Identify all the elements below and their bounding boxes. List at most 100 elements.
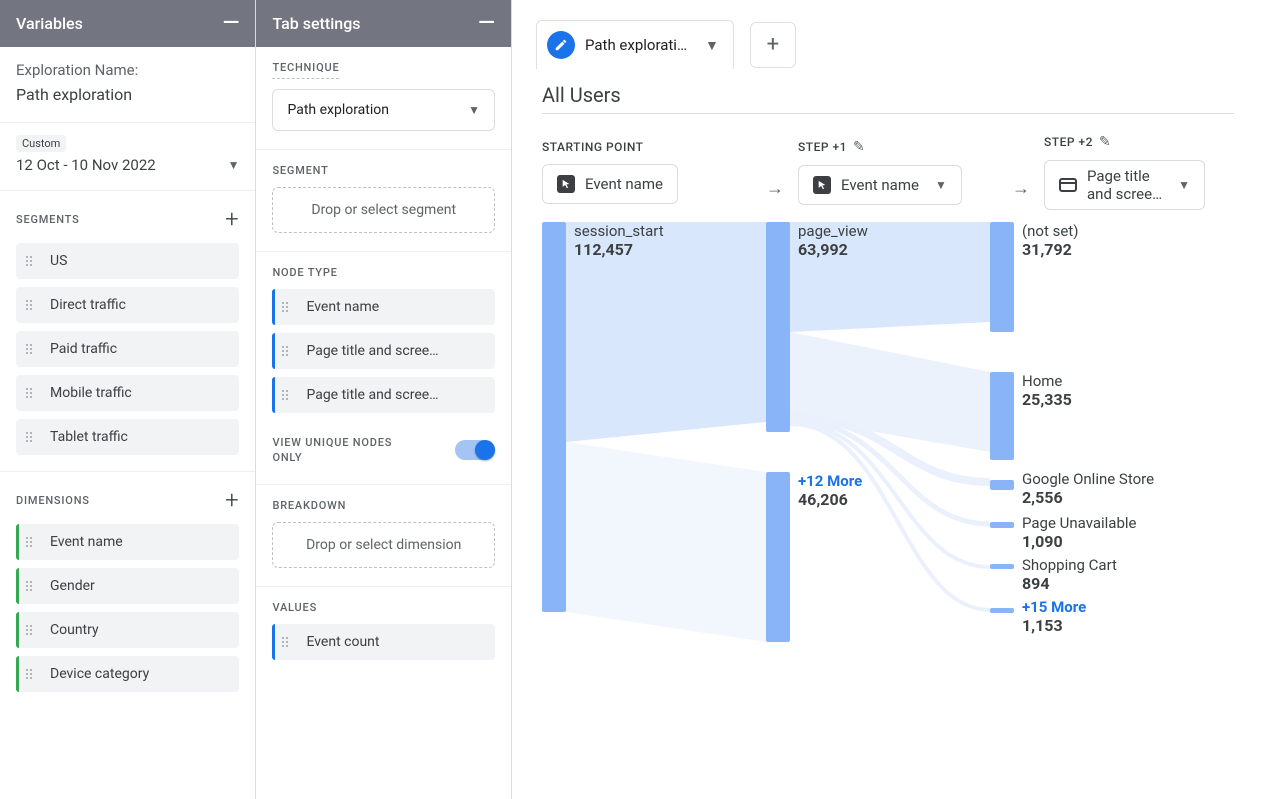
technique-select[interactable]: Path exploration ▼ [272,89,495,131]
collapse-variables-button[interactable]: — [223,18,240,29]
technique-value: Path exploration [287,102,389,118]
technique-label[interactable]: TECHNIQUE [272,61,339,79]
dimension-chip-gender[interactable]: Gender [16,568,239,604]
node-s2c-value: 2,556 [1022,488,1154,507]
grip-icon [26,300,40,310]
node-s2d-value: 1,090 [1022,532,1137,551]
node-bar-s2c[interactable] [990,480,1014,490]
arrow-icon: → [760,178,790,199]
starting-header-text: STARTING POINT [542,140,644,154]
node-bar-s2a[interactable] [990,222,1014,332]
node-bar-start[interactable] [542,222,566,612]
node-s2f[interactable]: +15 More 1,153 [1022,598,1086,635]
node-s2d-label: Page Unavailable [1022,514,1137,532]
unique-toggle-row: VIEW UNIQUE NODES ONLY [272,435,495,484]
segment-chip-us[interactable]: US [16,243,239,279]
node-start-label: session_start [574,222,664,240]
node-s2b-label: Home [1022,372,1072,390]
step2-caret-icon: ▼ [1178,178,1190,192]
step2-box-line2: and scree… [1087,185,1162,203]
add-dimension-button[interactable]: + [225,486,239,514]
nodetype-chip-page2[interactable]: Page title and scree… [272,377,495,413]
node-s2e-value: 894 [1022,574,1117,593]
toggle-knob [475,440,495,460]
tab-caret-icon[interactable]: ▼ [705,37,719,54]
path-area: STARTING POINT Event name → STEP +1 ✎ Ev… [512,114,1264,702]
node-start[interactable]: session_start 112,457 [574,222,664,259]
step2-header: STEP +2 ✎ [1044,134,1111,150]
node-bar-s2d[interactable] [990,522,1014,528]
sankey-area: session_start 112,457 page_view 63,992 +… [542,222,1234,682]
date-caret-icon: ▼ [228,158,240,172]
unique-label: VIEW UNIQUE NODES ONLY [272,435,412,466]
grip-icon [26,344,40,354]
node-s1a-label: page_view [798,222,868,240]
breakdown-dropzone[interactable]: Drop or select dimension [272,522,495,568]
steps-row: STARTING POINT Event name → STEP +1 ✎ Ev… [542,134,1234,210]
technique-caret-icon: ▼ [468,103,480,117]
variables-panel: Variables — Exploration Name: Path explo… [0,0,256,799]
nodetype-chip-event[interactable]: Event name [272,289,495,325]
edit-step1-button[interactable]: ✎ [853,139,865,155]
date-row[interactable]: 12 Oct - 10 Nov 2022 ▼ [16,156,239,174]
node-bar-s1b[interactable] [766,222,790,392]
node-bar-s1b-real[interactable] [766,472,790,642]
step2-header-text: STEP +2 [1044,135,1093,149]
segment-chip-paid[interactable]: Paid traffic [16,331,239,367]
breakdown-section: BREAKDOWN Drop or select dimension [256,485,511,587]
node-s1a-value: 63,992 [798,240,868,259]
step1-header: STEP +1 ✎ [798,139,865,155]
tabsettings-title: Tab settings [272,14,360,33]
node-s1a[interactable]: page_view 63,992 [798,222,868,259]
nodetype-section: NODE TYPE Event name Page title and scre… [256,252,511,485]
arrow-icon: → [1006,178,1036,199]
segment-section: SEGMENT Drop or select segment [256,150,511,252]
node-bar-s2f[interactable] [990,608,1014,613]
edit-step2-button[interactable]: ✎ [1099,134,1111,150]
cursor-icon [557,175,575,193]
all-users-heading: All Users [512,79,1264,113]
starting-point-select[interactable]: Event name [542,164,678,204]
nodetype-chip-page1[interactable]: Page title and scree… [272,333,495,369]
node-s1b[interactable]: +12 More 46,206 [798,472,862,509]
segment-chip-mobile[interactable]: Mobile traffic [16,375,239,411]
dimensions-section: DIMENSIONS + Event name Gender Country D… [0,472,255,700]
segment-chip-tablet[interactable]: Tablet traffic [16,419,239,455]
dimensions-label: DIMENSIONS + [16,486,239,514]
step2-select[interactable]: Page title and scree… ▼ [1044,160,1205,210]
unique-toggle[interactable] [455,440,495,460]
segment-chip-direct[interactable]: Direct traffic [16,287,239,323]
dimension-chip-country[interactable]: Country [16,612,239,648]
starting-point-header: STARTING POINT [542,140,644,154]
values-chip-event-count[interactable]: Event count [272,624,495,660]
step-starting: STARTING POINT Event name [542,140,752,204]
values-label: VALUES [272,601,495,614]
date-badge: Custom [16,135,66,152]
edit-icon [547,31,575,59]
dimension-chip-device[interactable]: Device category [16,656,239,692]
node-s2b[interactable]: Home 25,335 [1022,372,1072,409]
tab-path-exploration[interactable]: Path explorati… ▼ [536,20,734,69]
step1-box-label: Event name [841,176,919,194]
breakdown-label: BREAKDOWN [272,499,495,512]
collapse-tabsettings-button[interactable]: — [478,18,495,29]
step-plus1: STEP +1 ✎ Event name ▼ [798,139,998,205]
grip-icon [26,388,40,398]
date-range-block[interactable]: Custom 12 Oct - 10 Nov 2022 ▼ [0,123,255,191]
node-s2d[interactable]: Page Unavailable 1,090 [1022,514,1137,551]
node-s2c[interactable]: Google Online Store 2,556 [1022,470,1154,507]
new-tab-button[interactable]: + [750,22,796,68]
grip-icon [26,581,40,591]
variables-title: Variables [16,14,83,33]
exploration-name-value[interactable]: Path exploration [16,85,239,118]
node-s2e[interactable]: Shopping Cart 894 [1022,556,1117,593]
node-bar-s2e[interactable] [990,564,1014,569]
segment-dropzone[interactable]: Drop or select segment [272,187,495,233]
dimensions-label-text: DIMENSIONS [16,494,90,507]
step1-select[interactable]: Event name ▼ [798,165,962,205]
node-s2f-label: +15 More [1022,598,1086,616]
add-segment-button[interactable]: + [225,205,239,233]
dimension-chip-event[interactable]: Event name [16,524,239,560]
node-s2a[interactable]: (not set) 31,792 [1022,222,1078,259]
node-bar-s2b[interactable] [990,372,1014,460]
